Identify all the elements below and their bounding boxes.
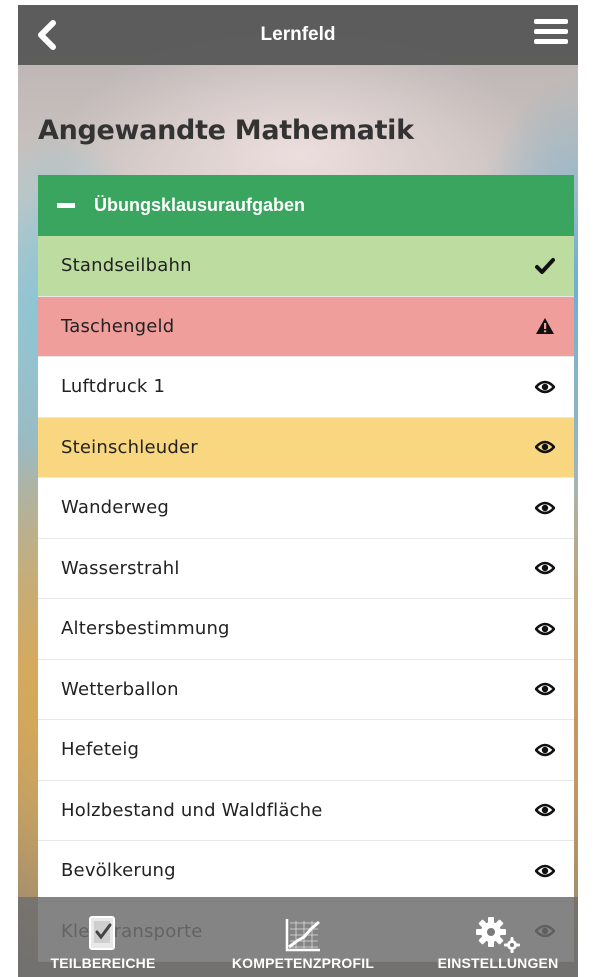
eye-icon[interactable] [534, 497, 556, 519]
chevron-left-icon [38, 20, 56, 50]
exercise-list: Standseilbahn Taschengeld Luftdruck 1 Stein… [38, 236, 574, 962]
eye-icon[interactable] [534, 376, 556, 398]
gears-icon [474, 911, 522, 953]
tab-label: TEILBEREICHE [50, 955, 156, 971]
list-item-label: Taschengeld [61, 315, 175, 337]
bottom-tab-bar: TEILBEREICHE KOMPETENZPROFIL EINSTELLUNG… [18, 897, 578, 977]
list-item[interactable]: Wasserstrahl [38, 538, 574, 599]
list-item[interactable]: Luftdruck 1 [38, 357, 574, 418]
eye-icon[interactable] [534, 799, 556, 821]
list-item-label: Hefeteig [61, 739, 140, 761]
list-item[interactable]: Taschengeld [38, 296, 574, 357]
list-item-label: Bevölkerung [61, 860, 176, 882]
list-item-label: Wanderweg [61, 497, 170, 519]
list-item-label: Wasserstrahl [61, 557, 180, 579]
eye-icon[interactable] [534, 739, 556, 761]
back-button[interactable] [28, 17, 64, 53]
list-item-label: Luftdruck 1 [61, 376, 166, 398]
menu-button[interactable] [534, 19, 568, 51]
list-item-label: Altersbestimmung [61, 618, 230, 640]
checkmark-icon[interactable] [534, 255, 556, 277]
list-item-label: Wetterballon [61, 678, 179, 700]
warning-icon[interactable] [534, 315, 556, 337]
page-title: Angewandte Mathematik [38, 115, 414, 146]
eye-icon[interactable] [534, 436, 556, 458]
section-header-label: Übungsklausuraufgaben [94, 195, 306, 215]
eye-icon[interactable] [534, 860, 556, 882]
list-item[interactable]: Steinschleuder [38, 417, 574, 478]
list-item[interactable]: Wanderweg [38, 478, 574, 539]
tab-einstellungen[interactable]: EINSTELLUNGEN [418, 911, 578, 977]
hamburger-menu-icon [534, 19, 568, 44]
minus-icon [57, 203, 75, 208]
top-navigation-bar: Lernfeld [18, 5, 578, 65]
list-item[interactable]: Altersbestimmung [38, 599, 574, 660]
list-item[interactable]: Standseilbahn [38, 236, 574, 297]
checklist-icon [87, 911, 119, 953]
list-item[interactable]: Holzbestand und Waldfläche [38, 780, 574, 841]
list-item-label: Standseilbahn [61, 255, 192, 277]
tab-label: KOMPETENZPROFIL [231, 955, 375, 971]
tab-kompetenzprofil[interactable]: KOMPETENZPROFIL [218, 911, 388, 977]
line-chart-icon [284, 911, 322, 953]
header-title: Lernfeld [260, 24, 336, 45]
eye-icon[interactable] [534, 678, 556, 700]
list-item-label: Holzbestand und Waldfläche [61, 799, 323, 821]
list-item[interactable]: Hefeteig [38, 720, 574, 781]
eye-icon[interactable] [534, 618, 556, 640]
eye-icon[interactable] [534, 557, 556, 579]
tab-teilbereiche[interactable]: TEILBEREICHE [18, 911, 188, 977]
list-item-label: Steinschleuder [61, 436, 198, 458]
section-header-uebungsklausuraufgaben[interactable]: Übungsklausuraufgaben [38, 175, 574, 236]
app-screen: Lernfeld Angewandte Mathematik Übungskla… [18, 5, 578, 977]
list-item[interactable]: Bevölkerung [38, 841, 574, 902]
list-item[interactable]: Wetterballon [38, 659, 574, 720]
tab-label: EINSTELLUNGEN [437, 955, 559, 971]
